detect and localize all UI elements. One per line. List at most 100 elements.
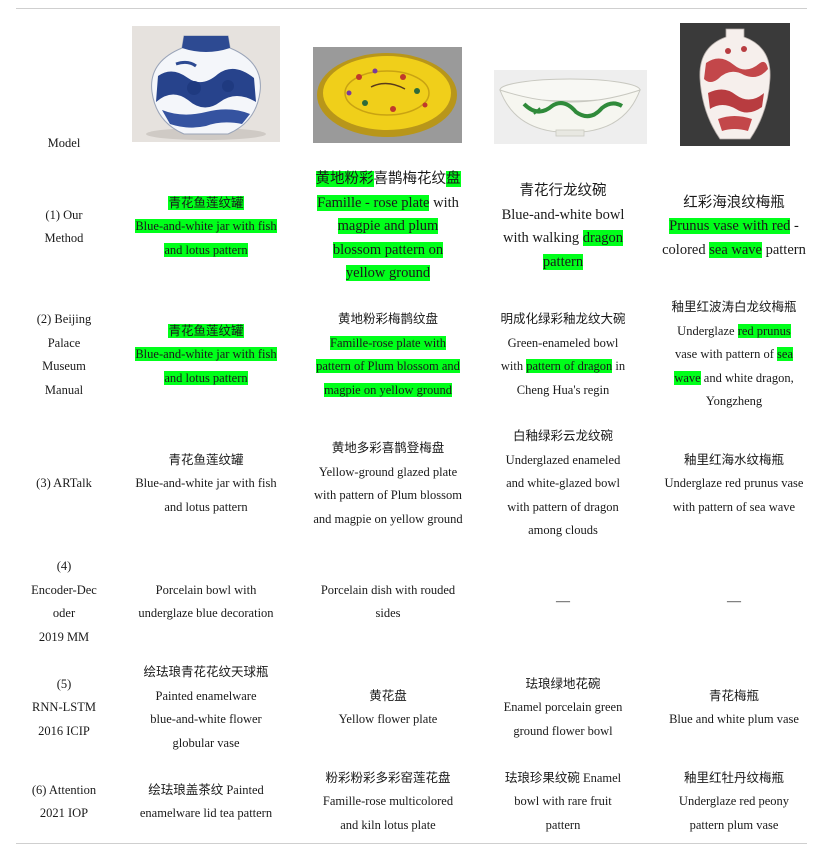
cell-text: 青花行龙纹碗 (519, 183, 607, 199)
cell-line: 珐琅绿地花碗 (493, 673, 633, 697)
cell-line: 粉彩粉彩多彩窑莲花盘 (307, 767, 469, 791)
cell-line: Blue-and-white bowl (493, 204, 633, 228)
cell-line: Porcelain bowl with (126, 579, 286, 603)
result-cell: 黄地粉彩梅鹊纹盘 Famille-rose plate with pattern o… (307, 308, 469, 402)
matched-text-highlight: 盘 (446, 171, 461, 188)
cell-line: 红彩海浪纹梅瓶 (654, 192, 814, 216)
cell-line: blossom pattern on (307, 239, 469, 263)
row-label-line: (4) (56, 559, 72, 573)
row-label: (2) Beijing Palace Museum Manual (12, 308, 116, 402)
cell-text: 釉里红波涛白龙纹梅瓶 (671, 300, 797, 315)
cell-text: underglaze blue decoration (138, 606, 274, 620)
yellow-plate-image (313, 47, 462, 143)
cell-line: 釉里红波涛白龙纹梅瓶 (654, 296, 814, 320)
matched-text-highlight: 青花鱼莲纹罐 (168, 323, 244, 338)
cell-text: pattern (545, 817, 581, 832)
cell-text: Porcelain dish with rouded (320, 582, 456, 597)
cell-text: ground flower bowl (513, 723, 613, 738)
bottom-rule (16, 843, 807, 844)
cell-text: 釉里红海水纹梅瓶 (683, 452, 784, 467)
row-label-line: (1) Our (45, 207, 83, 222)
result-cell: 黄地粉彩喜鹊梅花纹盘 Famille - rose plate with magpi… (307, 168, 469, 286)
cell-text: and kiln lotus plate (340, 817, 436, 832)
result-cell: 白釉绿彩云龙纹碗 Underglazed enameled and white-gl… (493, 425, 633, 543)
matched-text-highlight: sea (777, 347, 794, 362)
row-label-line: Manual (44, 382, 84, 397)
cell-text: pattern plum vase (689, 817, 779, 832)
result-cell: Porcelain dish with rouded sides (307, 579, 469, 626)
cell-text: Painted enamelware (155, 688, 257, 703)
cell-text: - (790, 218, 799, 235)
matched-text-highlight: Blue-and-white jar with fish (135, 347, 277, 362)
cell-text: Blue and white plum vase (669, 712, 799, 726)
cell-text: Cheng Hua's regin (516, 382, 610, 397)
top-rule (16, 8, 807, 9)
row-label-line: (2) Beijing (36, 312, 92, 326)
red-vase-image (680, 23, 790, 146)
cell-line: magpie and plum (307, 215, 469, 239)
cell-text: 珐琅珍果纹碗 Enamel (504, 770, 622, 785)
cell-line: 黄花盘 (307, 685, 469, 709)
cell-line: Blue-and-white jar with fish (126, 472, 286, 496)
matched-text-highlight: and lotus pattern (164, 242, 248, 257)
row-label: (1) Our Method (12, 204, 116, 251)
result-cell: 釉里红海水纹梅瓶 Underglaze red prunus vase with p… (654, 449, 814, 520)
matched-text-highlight: pattern (542, 253, 584, 270)
row-label: (3) ARTalk (12, 472, 116, 496)
cell-text: 明成化绿彩釉龙纹大碗 (500, 312, 626, 326)
row-label-line: (5) (56, 676, 72, 691)
cell-line: Porcelain dish with rouded (307, 579, 469, 603)
matched-text-highlight: magpie and plum (337, 218, 439, 235)
cell-text: 绘珐琅青花花纹天球瓶 (143, 665, 269, 679)
cell-text: 绘珐琅盖茶纹 Painted (148, 782, 264, 797)
cell-line: and lotus pattern (126, 367, 286, 391)
cell-line: 青花鱼莲纹罐 (126, 449, 286, 473)
cell-line: sides (307, 602, 469, 626)
cell-line: underglaze blue decoration (126, 602, 286, 626)
matched-text-highlight: red prunus (737, 323, 791, 338)
matched-text-highlight: Famille-rose plate with (330, 335, 446, 350)
row-label-line: 2021 IOP (39, 806, 89, 820)
green-bowl-image (494, 70, 647, 144)
result-cell: Porcelain bowl with underglaze blue decor… (126, 579, 286, 626)
cell-line: colored sea wave pattern (654, 239, 814, 263)
cell-line: Enamel porcelain green (493, 696, 633, 720)
cell-text: 釉里红牡丹纹梅瓶 (683, 770, 784, 785)
cell-text: sides (375, 606, 401, 620)
matched-text-highlight: dragon (582, 230, 623, 246)
row-label-line: 2016 ICIP (38, 723, 90, 738)
cell-line: Underglazed enameled (493, 449, 633, 473)
cell-line: 青花鱼莲纹罐 (126, 192, 286, 216)
cell-text: and white-glazed bowl (506, 476, 620, 491)
cell-text: Underglaze (677, 323, 738, 338)
cell-line: 釉里红牡丹纹梅瓶 (654, 767, 814, 791)
cell-line: 珐琅珍果纹碗 Enamel (493, 767, 633, 791)
cell-line: Prunus vase with red - (654, 215, 814, 239)
cell-text: 粉彩粉彩多彩窑莲花盘 (325, 770, 451, 785)
result-cell: 粉彩粉彩多彩窑莲花盘 Famille-rose multicolored and k… (307, 767, 469, 838)
cell-line: 绘珐琅盖茶纹 Painted (126, 779, 286, 803)
cell-text: with walking (502, 230, 583, 246)
result-cell: 明成化绿彩釉龙纹大碗 Green-enameled bowl with patter… (493, 308, 633, 402)
blue-white-jar-image (132, 26, 280, 142)
cell-line: 青花行龙纹碗 (493, 180, 633, 204)
cell-text: Blue-and-white bowl (501, 206, 625, 223)
row-label-line: oder (52, 606, 76, 620)
cell-text: enamelware lid tea pattern (139, 806, 273, 820)
cell-text: blue-and-white flower (150, 712, 262, 726)
cell-line: 青花鱼莲纹罐 (126, 320, 286, 344)
cell-line: and white-glazed bowl (493, 472, 633, 496)
cell-text: globular vase (172, 735, 240, 750)
cell-line: — (654, 590, 814, 614)
cell-text: Underglazed enameled (505, 452, 621, 467)
cell-text: and magpie on yellow ground (313, 511, 463, 526)
cell-text: — (727, 594, 741, 610)
cell-line: and kiln lotus plate (307, 814, 469, 838)
matched-text-highlight: 青花鱼莲纹罐 (168, 195, 244, 210)
cell-line: Green-enameled bowl (493, 332, 633, 356)
cell-text: bowl with rare fruit (514, 794, 612, 809)
cell-line: Cheng Hua's regin (493, 379, 633, 403)
result-cell: 青花行龙纹碗 Blue-and-white bowl with walking dr… (493, 180, 633, 274)
cell-text: in (612, 359, 626, 373)
cell-text: with (429, 194, 459, 211)
